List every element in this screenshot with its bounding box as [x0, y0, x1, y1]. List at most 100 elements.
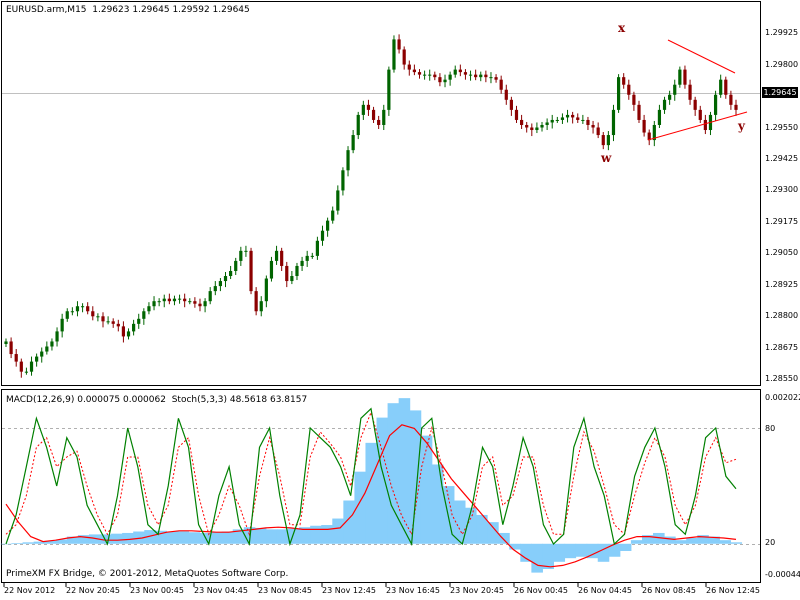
bearish-candle — [519, 119, 524, 125]
bearish-candle — [412, 69, 416, 73]
bullish-candle — [213, 286, 217, 292]
price-axis-label: 1.29175 — [765, 216, 799, 226]
time-axis-label: 26 Nov 04:45 — [578, 586, 632, 595]
wave-label-y: y — [738, 119, 745, 133]
bullish-candle — [713, 94, 718, 115]
bearish-candle — [683, 69, 687, 85]
bullish-candle — [132, 323, 136, 332]
bearish-candle — [285, 265, 289, 282]
bullish-candle — [295, 265, 299, 277]
bullish-candle — [356, 114, 360, 136]
bearish-candle — [463, 72, 468, 75]
bullish-candle — [35, 356, 39, 362]
bullish-candle — [387, 69, 391, 110]
wave-label-w: w — [601, 151, 612, 165]
bullish-candle — [453, 69, 457, 75]
bullish-candle — [239, 250, 243, 261]
bullish-candle — [326, 220, 330, 231]
macd-bar — [542, 543, 554, 570]
bullish-candle — [45, 346, 49, 352]
bearish-candle — [407, 64, 411, 70]
bullish-candle — [320, 230, 325, 241]
bearish-candle — [193, 301, 197, 304]
bullish-candle — [4, 341, 8, 344]
bullish-candle — [611, 109, 616, 136]
macd-bar — [387, 403, 400, 544]
bullish-candle — [581, 119, 585, 121]
bearish-candle — [622, 77, 626, 85]
bullish-candle — [80, 306, 85, 308]
price-axis-label: 1.29425 — [765, 153, 799, 163]
bearish-candle — [627, 84, 631, 95]
bearish-candle — [14, 354, 18, 362]
bearish-candle — [596, 127, 600, 136]
bullish-candle — [96, 316, 100, 318]
bullish-candle — [229, 270, 233, 277]
bearish-candle — [198, 303, 202, 307]
macd-bar — [664, 536, 676, 544]
time-axis-label: 26 Nov 08:45 — [642, 586, 696, 595]
bullish-candle — [65, 311, 69, 319]
bullish-candle — [489, 77, 493, 79]
price-axis-label: 1.29800 — [765, 59, 799, 69]
bearish-candle — [724, 79, 728, 95]
bullish-candle — [468, 74, 473, 76]
bearish-candle — [121, 326, 126, 337]
open-value: 1.29623 — [92, 5, 130, 15]
price-axis-label: 1.29050 — [765, 248, 799, 258]
price-axis-label: 1.28925 — [765, 279, 799, 289]
macd-bar — [321, 525, 333, 544]
symbol-name: EURUSD.arm,M15 — [6, 5, 87, 15]
bullish-candle — [668, 94, 672, 100]
bearish-candle — [703, 119, 707, 131]
macd-bar — [719, 540, 731, 544]
macd-bar — [221, 531, 234, 544]
bearish-candle — [586, 119, 590, 125]
time-axis-label: 23 Nov 04:45 — [194, 586, 248, 595]
bearish-candle — [509, 99, 513, 110]
bullish-candle — [152, 301, 156, 307]
bullish-candle — [274, 250, 279, 261]
macd-bar — [332, 518, 344, 544]
bullish-candle — [305, 255, 309, 261]
price-axis-label: 1.28800 — [765, 311, 799, 321]
macd-bar — [487, 522, 499, 544]
bullish-candle — [290, 276, 294, 282]
high-value: 1.29645 — [132, 5, 170, 15]
bullish-candle — [172, 298, 177, 302]
bullish-candle — [545, 122, 549, 125]
bullish-candle — [126, 331, 131, 337]
bullish-candle — [147, 306, 151, 312]
bullish-candle — [540, 124, 544, 128]
trading-chart[interactable] — [0, 0, 800, 600]
bullish-candle — [203, 301, 207, 307]
bullish-candle — [142, 311, 146, 319]
price-panel[interactable] — [1, 1, 761, 386]
bullish-candle — [423, 74, 427, 76]
macd-bar — [575, 543, 588, 557]
bearish-candle — [494, 77, 498, 80]
bullish-candle — [678, 69, 682, 85]
bearish-candle — [249, 250, 253, 292]
close-value: 1.29645 — [212, 5, 250, 15]
bearish-candle — [642, 119, 646, 133]
macd-bar — [111, 533, 123, 544]
bearish-candle — [116, 323, 120, 327]
bullish-candle — [162, 298, 166, 302]
bearish-candle — [698, 109, 702, 120]
bullish-candle — [208, 291, 212, 302]
macd-bar — [122, 532, 134, 544]
macd-bar — [431, 464, 444, 544]
bullish-candle — [428, 74, 432, 76]
bearish-candle — [499, 79, 503, 90]
wave-label-x: x — [618, 21, 626, 35]
macd-bar — [11, 543, 24, 544]
bullish-candle — [346, 150, 350, 171]
current-price-badge: 1.29645 — [762, 87, 798, 98]
bullish-candle — [719, 79, 723, 95]
bullish-candle — [315, 240, 319, 256]
macd-bar — [365, 442, 378, 544]
bearish-candle — [458, 69, 462, 73]
price-axis-label: 1.28550 — [765, 374, 799, 384]
bearish-candle — [111, 321, 115, 324]
